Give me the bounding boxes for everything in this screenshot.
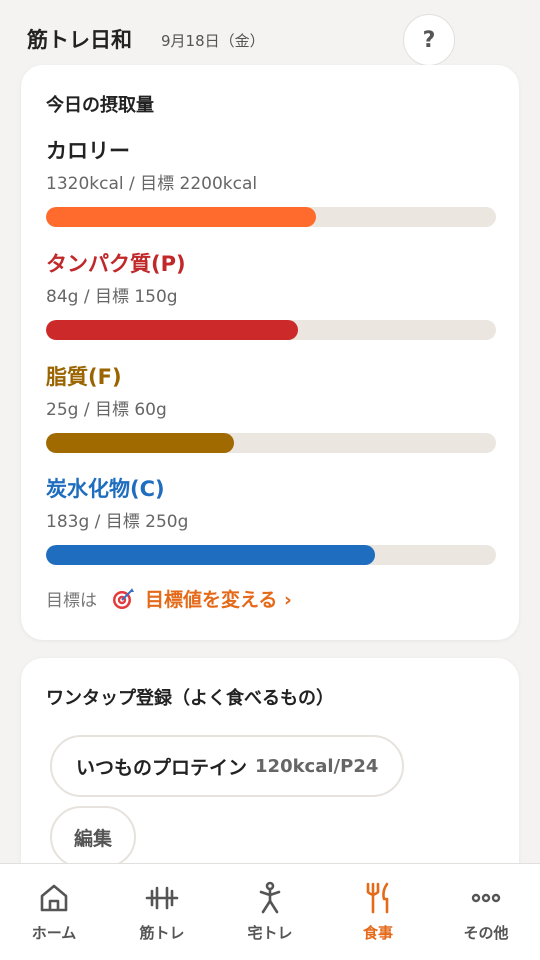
- quick-add-chip[interactable]: いつものプロテイン 120kcal/P24: [50, 735, 405, 797]
- nutrient-label: 脂質(F): [46, 365, 122, 389]
- tab-workout[interactable]: 筋トレ: [108, 864, 216, 960]
- tab-home[interactable]: ホーム: [0, 864, 108, 960]
- goal-row: 目標は 目標値を変える ›: [46, 585, 292, 612]
- intake-card: 今日の摂取量 カロリー 1320kcal / 目標 2200kcal タンパク質…: [21, 65, 519, 640]
- tab-label: 筋トレ: [139, 924, 185, 942]
- progress-fill: [46, 433, 234, 453]
- intake-title: 今日の摂取量: [46, 95, 154, 116]
- onetap-title: ワンタップ登録（よく食べるもの）: [46, 688, 334, 709]
- person-icon: [252, 880, 288, 916]
- nutrient-value: 183g / 目標 250g: [46, 512, 189, 532]
- progress-fill: [46, 545, 376, 565]
- chip-meta: 120kcal/P24: [255, 755, 379, 777]
- nutrient-value: 25g / 目標 60g: [46, 400, 167, 420]
- tab-label: ホーム: [31, 924, 77, 942]
- dumbbell-icon: [144, 880, 180, 916]
- bottom-tab-bar: ホーム 筋トレ 宅トレ 食事 その他: [0, 863, 540, 960]
- progress-track: [46, 545, 496, 565]
- nutrient-value: 84g / 目標 150g: [46, 287, 178, 307]
- progress-track: [46, 207, 496, 227]
- app-title: 筋トレ日和: [27, 28, 132, 52]
- current-date: 9月18日（金）: [161, 32, 265, 50]
- tab-meal[interactable]: 食事: [324, 864, 432, 960]
- target-icon: [111, 587, 135, 611]
- fork-knife-icon: [360, 880, 396, 916]
- help-button[interactable]: ?: [403, 14, 455, 66]
- nutrient-label: 炭水化物(C): [46, 477, 165, 501]
- change-goal-link[interactable]: 目標値を変える ›: [145, 585, 292, 612]
- more-icon: [468, 880, 504, 916]
- progress-fill: [46, 207, 316, 227]
- nutrient-label: タンパク質(P): [46, 252, 186, 276]
- home-icon: [36, 880, 72, 916]
- nutrient-calorie: カロリー 1320kcal / 目標 2200kcal: [46, 137, 496, 227]
- progress-fill: [46, 320, 298, 340]
- onetap-card: ワンタップ登録（よく食べるもの） いつものプロテイン 120kcal/P24 編…: [21, 658, 519, 888]
- nutrient-protein: タンパク質(P) 84g / 目標 150g: [46, 250, 496, 340]
- nutrient-label: カロリー: [46, 139, 130, 163]
- tab-more[interactable]: その他: [432, 864, 540, 960]
- nutrient-carb: 炭水化物(C) 183g / 目標 250g: [46, 475, 496, 565]
- goal-prefix: 目標は: [46, 591, 97, 611]
- nutrient-value: 1320kcal / 目標 2200kcal: [46, 174, 258, 194]
- edit-button[interactable]: 編集: [50, 806, 137, 868]
- app-header: 筋トレ日和 9月18日（金） ?: [0, 0, 540, 66]
- nutrient-fat: 脂質(F) 25g / 目標 60g: [46, 363, 496, 453]
- progress-track: [46, 433, 496, 453]
- tab-label: 食事: [362, 924, 393, 942]
- tab-label: その他: [463, 924, 509, 942]
- progress-track: [46, 320, 496, 340]
- chip-name: いつものプロテイン: [76, 756, 248, 779]
- tab-label: 宅トレ: [247, 924, 293, 942]
- tab-home-workout[interactable]: 宅トレ: [216, 864, 324, 960]
